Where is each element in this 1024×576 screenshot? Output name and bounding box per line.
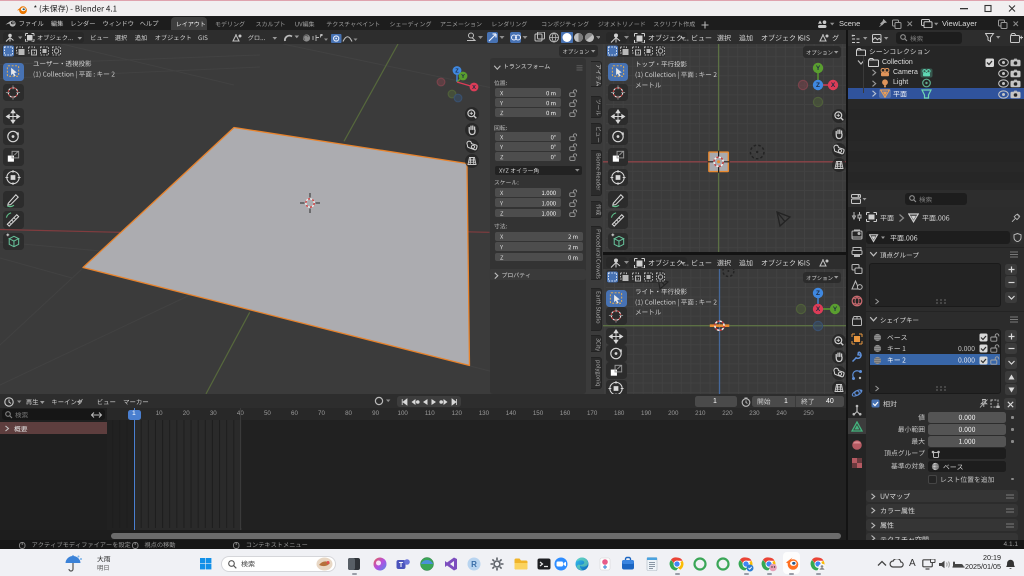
svg-text:Y: Y: [816, 65, 821, 72]
svg-text:T: T: [399, 562, 404, 569]
svg-text:Z: Z: [816, 290, 820, 297]
svg-text:X: X: [816, 306, 821, 313]
svg-text:Y: Y: [461, 74, 465, 80]
svg-text:X: X: [831, 82, 836, 89]
svg-text:Z: Z: [455, 69, 459, 75]
svg-text:Y: Y: [833, 306, 838, 313]
svg-text:R: R: [471, 560, 477, 569]
svg-text:Z: Z: [816, 82, 820, 89]
svg-text:X: X: [472, 85, 476, 91]
